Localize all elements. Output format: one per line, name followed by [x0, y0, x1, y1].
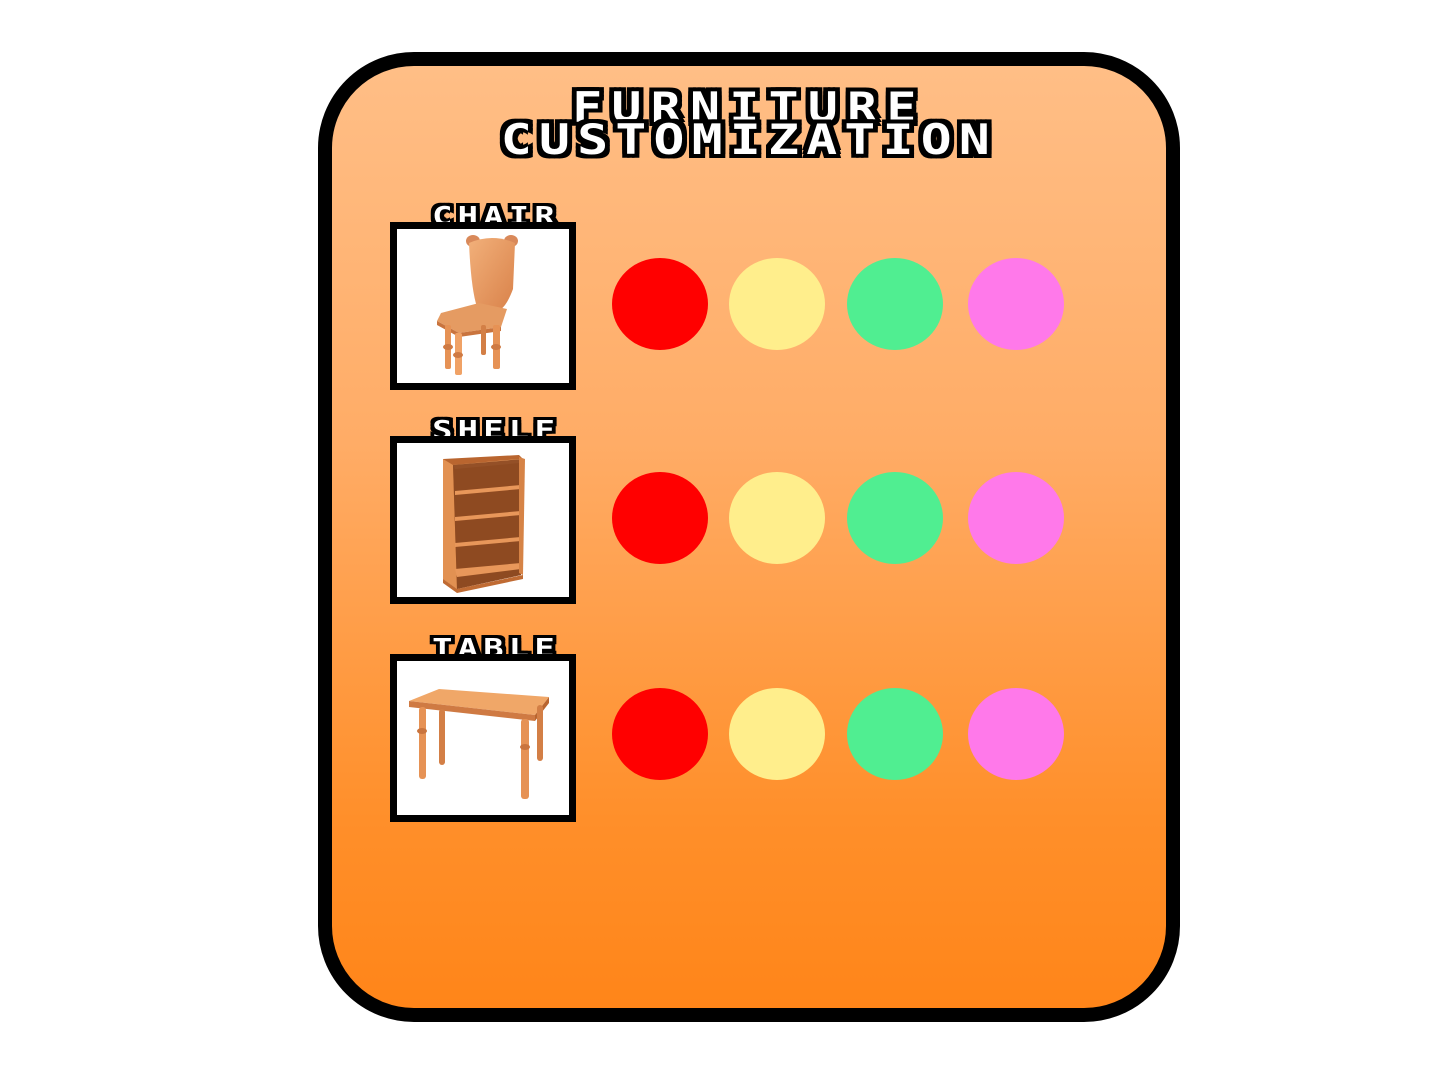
table-swatch-green[interactable]	[847, 688, 943, 780]
shelf-icon	[443, 455, 525, 593]
shelf-thumbnail[interactable]	[390, 436, 576, 604]
chair-thumbnail[interactable]	[390, 222, 576, 390]
chair-icon	[437, 235, 518, 375]
chair-swatch-green[interactable]	[847, 258, 943, 350]
shelf-swatch-green[interactable]	[847, 472, 943, 564]
chair-swatch-red[interactable]	[612, 258, 708, 350]
panel-title: FURNITURE CUSTOMIZATION	[332, 87, 1166, 161]
shelf-swatch-red[interactable]	[612, 472, 708, 564]
title-line-2: CUSTOMIZATION	[500, 115, 998, 164]
chair-swatch-yellow[interactable]	[729, 258, 825, 350]
table-icon	[409, 689, 549, 799]
table-swatch-pink[interactable]	[968, 688, 1064, 780]
customization-panel: FURNITURE CUSTOMIZATION CHAIR SHELF TABL…	[318, 52, 1180, 1022]
chair-swatch-pink[interactable]	[968, 258, 1064, 350]
shelf-swatch-pink[interactable]	[968, 472, 1064, 564]
table-swatch-yellow[interactable]	[729, 688, 825, 780]
table-thumbnail[interactable]	[390, 654, 576, 822]
shelf-swatch-yellow[interactable]	[729, 472, 825, 564]
table-swatch-red[interactable]	[612, 688, 708, 780]
